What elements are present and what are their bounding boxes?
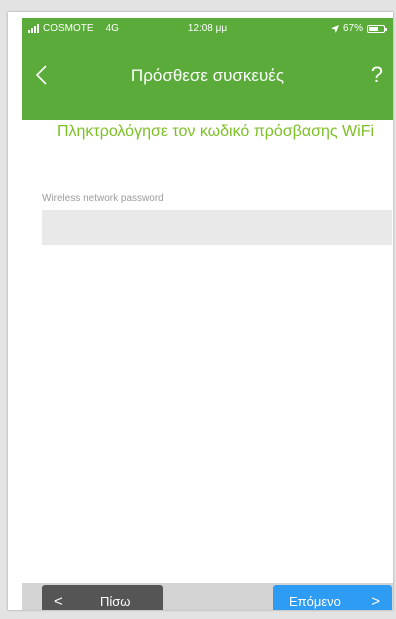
app-screen: COSMOTE 4G 12:08 μμ 67% Πρόσθεσε συσκευέ… — [8, 12, 393, 610]
help-icon[interactable]: ? — [371, 60, 383, 90]
app-header: COSMOTE 4G 12:08 μμ 67% Πρόσθεσε συσκευέ… — [22, 18, 393, 120]
chevron-left-icon[interactable] — [32, 60, 52, 90]
password-field-label: Wireless network password — [42, 193, 164, 204]
chevron-left-icon: < — [54, 593, 63, 610]
next-button[interactable]: Επόμενο > — [273, 585, 392, 610]
bottom-navigation-bar: < Πίσω Επόμενο > — [22, 583, 393, 610]
battery-fill — [369, 26, 378, 31]
battery-icon — [367, 24, 387, 33]
status-right: 67% — [330, 23, 387, 34]
location-arrow-icon — [330, 24, 339, 33]
page-title: Πρόσθεσε συσκευές — [130, 66, 285, 85]
back-button[interactable]: < Πίσω — [42, 585, 163, 610]
navigation-bar: Πρόσθεσε συσκευές ? — [22, 40, 393, 120]
chevron-right-icon: > — [371, 593, 380, 610]
back-button-label: Πίσω — [100, 594, 131, 609]
status-bar: COSMOTE 4G 12:08 μμ 67% — [22, 18, 393, 40]
battery-percent: 67% — [342, 23, 363, 34]
wifi-password-heading: Πληκτρολόγησε τον κωδικό πρόσβασης WiFi — [56, 123, 375, 140]
wifi-password-input[interactable] — [42, 210, 392, 245]
next-button-label: Επόμενο — [289, 594, 341, 609]
